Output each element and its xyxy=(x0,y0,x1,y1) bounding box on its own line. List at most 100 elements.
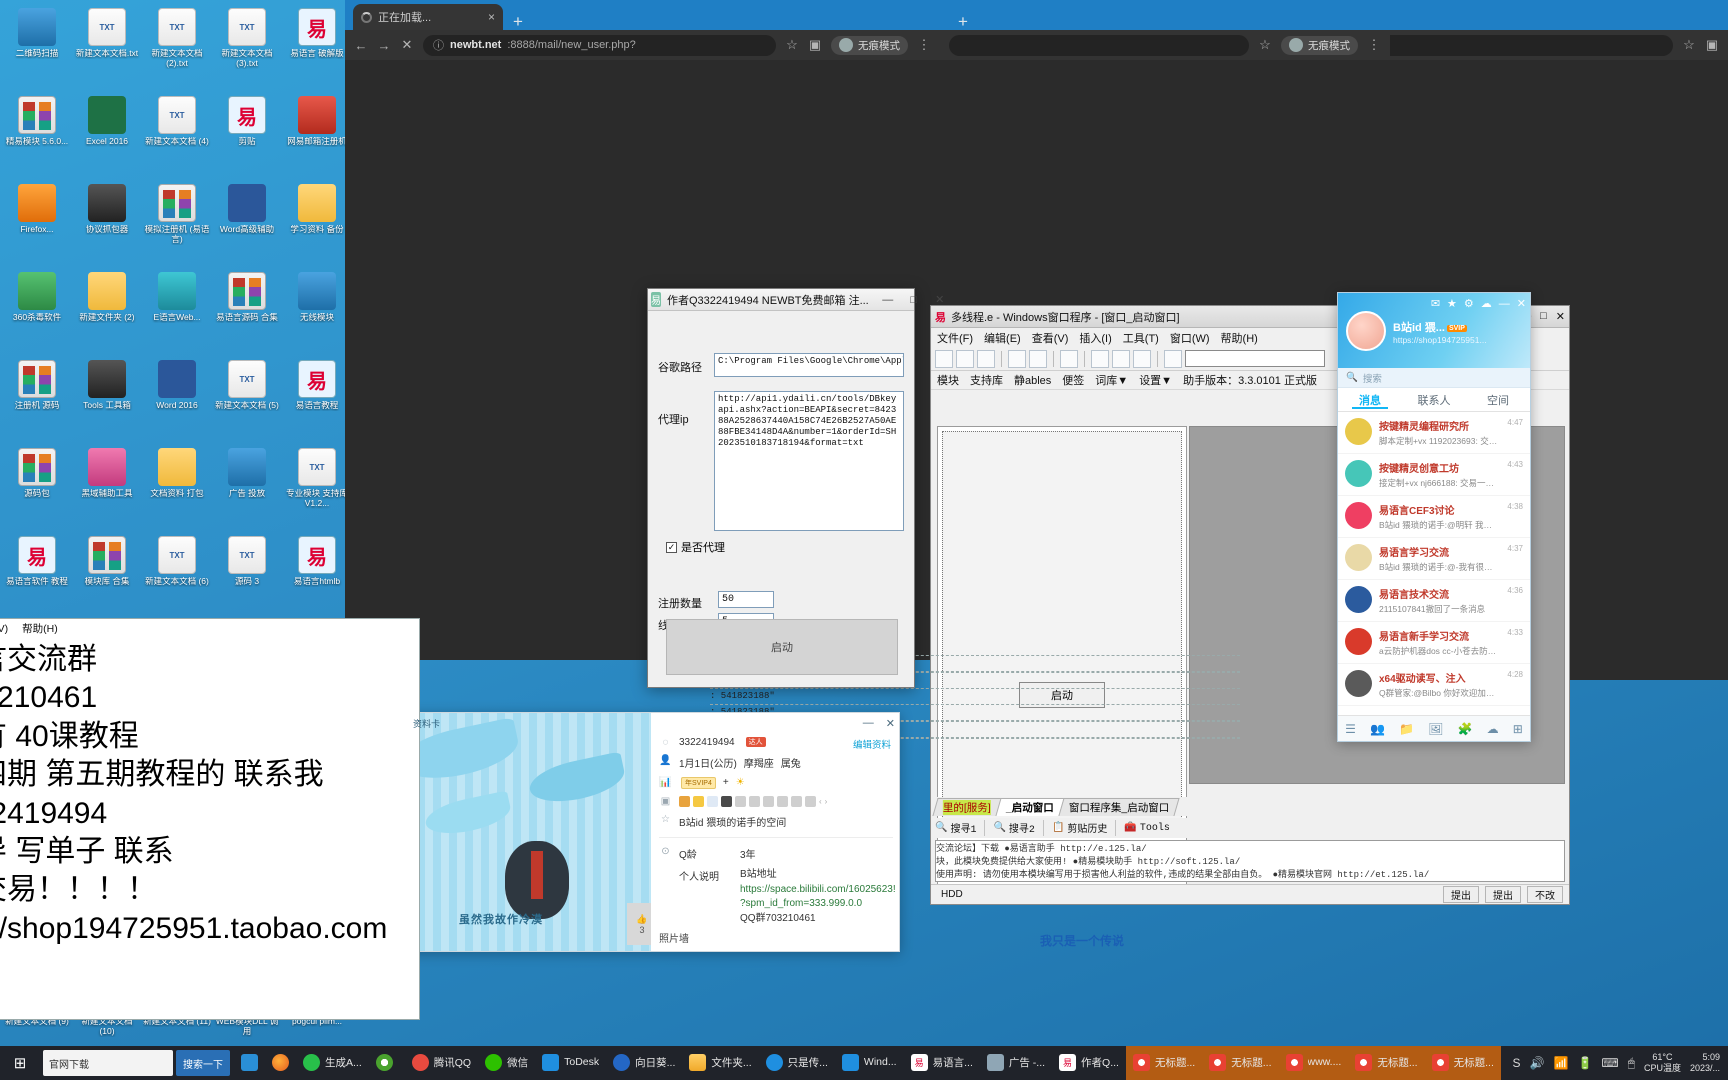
desktop-icon[interactable]: 新建文本文档 (6) xyxy=(142,532,212,620)
tab-contacts[interactable]: 联系人 xyxy=(1402,392,1466,408)
gear-icon[interactable]: ⚙ xyxy=(1464,297,1474,310)
desktop-icon[interactable]: 新建文本文档.txt xyxy=(72,4,142,92)
volume-icon[interactable]: 🔊 xyxy=(1530,1056,1545,1070)
ide-menu-window[interactable]: 窗口(W) xyxy=(1170,330,1210,346)
desktop-icon[interactable]: 精易模块 5.6.0... xyxy=(2,92,72,180)
mouse-icon[interactable]: 🖱 xyxy=(1628,1056,1635,1071)
assistant-search2-button[interactable]: 🔍 搜寻2 xyxy=(993,820,1044,836)
taskbar-item[interactable]: 生成A... xyxy=(296,1046,369,1080)
register-count-input[interactable]: 50 xyxy=(718,591,774,608)
toolbar-module-select[interactable] xyxy=(1185,350,1325,367)
menu-icon[interactable]: ⋮ xyxy=(917,37,931,53)
desktop-icon[interactable]: 易语言教程 xyxy=(282,356,352,444)
star-icon[interactable]: ★ xyxy=(1447,297,1457,310)
ide-menu2-note[interactable]: 便签 xyxy=(1062,372,1084,388)
taskbar-item[interactable]: ToDesk xyxy=(535,1046,606,1080)
profile-desc-line-1[interactable]: https://space.bilibili.com/16025623! xyxy=(740,883,896,898)
assistant-search1-button[interactable]: 🔍 搜寻1 xyxy=(935,820,986,836)
taskbar-item[interactable]: 只是传... xyxy=(759,1046,835,1080)
ide-menu-insert[interactable]: 插入(I) xyxy=(1079,330,1111,346)
toolbar-layout1-icon[interactable] xyxy=(1091,349,1109,368)
ide-tab-2[interactable]: 窗口程序集_启动窗口 xyxy=(1058,798,1180,816)
design-start-button[interactable]: 启动 xyxy=(1019,682,1105,708)
mail-icon[interactable]: ✉ xyxy=(1431,297,1440,310)
taskbar-item[interactable]: 腾讯QQ xyxy=(405,1046,478,1080)
taskbar-item[interactable]: 易作者Q... xyxy=(1052,1046,1126,1080)
cloud-icon[interactable]: ☁ xyxy=(1487,722,1499,736)
qq-header-icons[interactable]: ✉ ★ ⚙ ☁ — ✕ xyxy=(1431,297,1526,311)
ide-tab-0[interactable]: 里的[服务] xyxy=(932,798,1002,816)
ide-menu-file[interactable]: 文件(F) xyxy=(937,330,973,346)
desktop-icon[interactable]: Word高级辅助 xyxy=(212,180,282,268)
desktop-icon[interactable]: 新建文本文档 (5) xyxy=(212,356,282,444)
qq-message-item[interactable]: 易语言技术交流 2115107841撤回了一条消息 4:36 xyxy=(1338,580,1530,622)
desktop-icon[interactable]: 模拟注册机 (易语言) xyxy=(142,180,212,268)
apps-icon[interactable]: ⊞ xyxy=(1513,722,1523,736)
ide-menu-tools[interactable]: 工具(T) xyxy=(1123,330,1159,346)
taskbar-search-button[interactable]: 搜索一下 xyxy=(176,1050,230,1076)
regwin-maximize-button[interactable]: □ xyxy=(901,289,927,310)
sidepanel-icon[interactable]: ▣ xyxy=(808,37,822,53)
close-icon[interactable]: × xyxy=(488,10,495,24)
desktop-icon[interactable]: E语言Web... xyxy=(142,268,212,356)
qq-close-button[interactable]: ✕ xyxy=(1517,297,1526,310)
desktop-icon[interactable]: 模块库 合集 xyxy=(72,532,142,620)
menu-icon[interactable]: ☰ xyxy=(1345,722,1356,736)
desktop-icon[interactable]: 专业模块 支持库 V1.2... xyxy=(282,444,352,532)
avatar[interactable] xyxy=(1346,311,1386,351)
qq-message-item[interactable]: x64驱动读写、注入 Q群管家:@Bilbo 你好欢迎加入养兔... 4:28 xyxy=(1338,664,1530,706)
status-cell-2[interactable]: 不改 xyxy=(1527,886,1563,903)
cpu-temperature-widget[interactable]: 61°C CPU温度 xyxy=(1644,1052,1681,1074)
proxy-ip-textarea[interactable]: http://api1.ydaili.cn/tools/DBkeyapi.ash… xyxy=(714,391,904,531)
forward-icon[interactable]: → xyxy=(377,38,391,53)
tab-space[interactable]: 空间 xyxy=(1466,392,1530,408)
taskbar-item[interactable]: www.... xyxy=(1278,1046,1349,1080)
regwin-close-button[interactable]: ✕ xyxy=(927,289,953,310)
desktop-icon[interactable]: 二维码扫描 xyxy=(2,4,72,92)
qq-message-list[interactable]: 按键精灵编程研究所 脚本定制+vx 1192023693: 交易尽... 4:47 按… xyxy=(1338,412,1530,706)
regwin-minimize-button[interactable]: — xyxy=(875,289,901,310)
notepad-window[interactable]: 格式(O) 查看(V) 帮助(H) 易语言交流群 群703210461 里面有 … xyxy=(0,618,420,1020)
design-form-surface[interactable]: 启动 xyxy=(942,431,1182,835)
desktop-icon[interactable]: Firefox... xyxy=(2,180,72,268)
qq-bottom-dock[interactable]: ☰ 👥 📁 🖼 🧩 ☁ ⊞ xyxy=(1338,715,1530,741)
stop-loading-icon[interactable]: ✕ xyxy=(400,37,414,53)
group-icon[interactable]: 👥 xyxy=(1370,722,1385,736)
toolbar-layout2-icon[interactable] xyxy=(1112,349,1130,368)
desktop-icon[interactable]: 新建文本文档 (2).txt xyxy=(142,4,212,92)
taskbar-item[interactable]: 文件夹... xyxy=(682,1046,758,1080)
desktop-icon[interactable]: 广告 投放 xyxy=(212,444,282,532)
medal-next-icon[interactable]: › xyxy=(825,797,828,806)
ide-menu2-module[interactable]: 模块 xyxy=(937,372,959,388)
notepad-text-area[interactable]: 易语言交流群 群703210461 里面有 40课教程 要第四期 第五期教程的 … xyxy=(0,637,419,948)
sidepanel-icon[interactable]: ▣ xyxy=(1705,37,1719,53)
taskbar-item[interactable]: 微信 xyxy=(478,1046,535,1080)
taskbar-item[interactable]: 向日葵... xyxy=(606,1046,682,1080)
qq-message-item[interactable]: 易语言学习交流 B站id 猥琐的诺手:@-我有很多 功能好 4:37 xyxy=(1338,538,1530,580)
taskbar-item[interactable]: 无标题... xyxy=(1348,1046,1425,1080)
file-icon[interactable]: 📁 xyxy=(1399,722,1414,736)
image-icon[interactable]: 🖼 xyxy=(1428,722,1443,736)
desktop-icon[interactable]: 360杀毒软件 xyxy=(2,268,72,356)
ide-menu2-dict[interactable]: 词库▼ xyxy=(1095,372,1128,388)
toolbar-save-icon[interactable] xyxy=(977,349,995,368)
qq-main-panel[interactable]: ✉ ★ ⚙ ☁ — ✕ B站id 猥... SVIP https://shop19… xyxy=(1337,292,1531,742)
toolbar-open-icon[interactable] xyxy=(956,349,974,368)
notepad-menubar[interactable]: 格式(O) 查看(V) 帮助(H) xyxy=(0,619,419,637)
ide-menu-help[interactable]: 帮助(H) xyxy=(1221,330,1258,346)
qq-signature[interactable]: https://shop194725951... xyxy=(1393,335,1487,345)
ide-menu-edit[interactable]: 编辑(E) xyxy=(984,330,1021,346)
taskbar-search-input[interactable]: 官网下载 xyxy=(43,1050,173,1076)
assistant-clipboard-button[interactable]: 📋 剪贴历史 xyxy=(1052,820,1117,836)
desktop-icon[interactable]: 注册机 源码 xyxy=(2,356,72,444)
qq-message-item[interactable]: 按键精灵创意工坊接定制+vx nj666188: 交易一定要小... 4:43 xyxy=(1338,454,1530,496)
bookmark-star-icon[interactable]: ☆ xyxy=(1682,37,1696,53)
ide-menu2-static[interactable]: 静ables xyxy=(1014,372,1051,388)
keyboard-icon[interactable]: ⌨ xyxy=(1601,1056,1618,1070)
ide-maximize-button[interactable]: □ xyxy=(1540,310,1547,323)
qq-message-item[interactable]: 按键精灵编程研究所 脚本定制+vx 1192023693: 交易尽... 4:47 xyxy=(1338,412,1530,454)
toolbar-redo-icon[interactable] xyxy=(1029,349,1047,368)
taskbar-item[interactable]: 易易语言... xyxy=(904,1046,980,1080)
puzzle-icon[interactable]: 🧩 xyxy=(1458,722,1473,736)
chrome1-address-bar[interactable]: ⓘ newbt.net:8888/mail/new_user.php? xyxy=(423,34,776,56)
